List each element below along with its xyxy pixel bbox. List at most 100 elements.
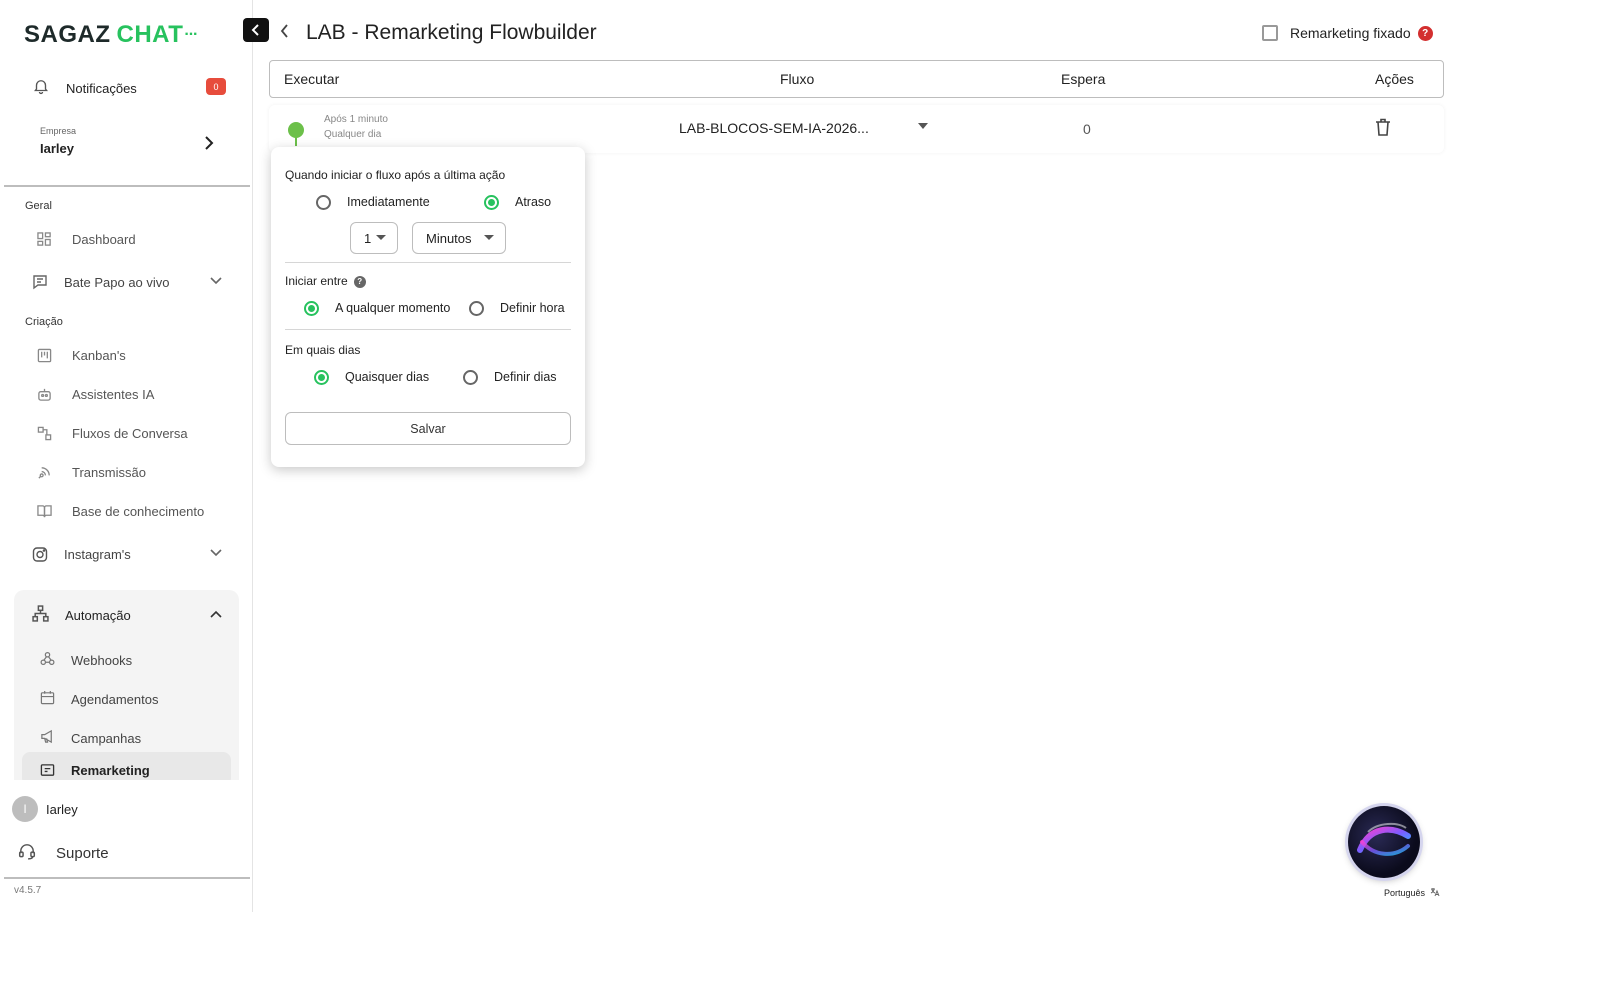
kanban-icon xyxy=(36,347,52,363)
schedule-popover: Quando iniciar o fluxo após a última açã… xyxy=(271,147,585,467)
sidebar-item-instagram[interactable]: Instagram's xyxy=(32,543,232,565)
sidebar-item-label: Dashboard xyxy=(72,231,136,247)
radio-immediately[interactable]: Imediatamente xyxy=(316,193,430,211)
radio-button[interactable] xyxy=(463,369,478,385)
pinned-checkbox[interactable] xyxy=(1262,25,1278,41)
pinned-label: Remarketing fixado xyxy=(1290,25,1411,41)
language-selector[interactable]: Português xyxy=(1384,887,1440,899)
radio-set-time[interactable]: Definir hora xyxy=(469,299,565,317)
divider xyxy=(4,877,250,879)
section-title-geral: Geral xyxy=(25,200,52,212)
sidebar-item-label: Base de conhecimento xyxy=(72,503,205,519)
sidebar-item-transmissao[interactable]: Transmissão xyxy=(36,461,236,483)
broadcast-icon xyxy=(36,464,52,480)
help-icon[interactable]: ? xyxy=(1417,25,1433,41)
sidebar-item-label: Bate Papo ao vivo xyxy=(64,274,170,290)
notifications-item[interactable]: Notificações 0 xyxy=(32,76,230,100)
table-header: Executar Fluxo Espera Ações xyxy=(269,60,1444,98)
page-header: LAB - Remarketing Flowbuilder xyxy=(280,18,597,48)
chevron-down-icon[interactable] xyxy=(210,546,222,561)
remarketing-icon xyxy=(40,763,55,780)
back-arrow-icon[interactable] xyxy=(280,23,290,43)
sidebar-item-label: Remarketing xyxy=(71,763,150,778)
collapse-sidebar-button[interactable] xyxy=(243,18,269,42)
automacao-group: Automação Webhooks Agendamentos Campanha… xyxy=(14,590,239,780)
sidebar-item-fluxos[interactable]: Fluxos de Conversa xyxy=(36,422,236,444)
espera-value: 0 xyxy=(1083,121,1091,137)
sidebar-item-webhooks[interactable]: Webhooks xyxy=(40,649,220,671)
sidebar-item-label: Transmissão xyxy=(72,464,146,480)
sidebar-item-label: Assistentes IA xyxy=(72,386,155,402)
pin-marker-icon[interactable] xyxy=(287,121,305,147)
caret-down-icon xyxy=(376,235,386,240)
robot-icon xyxy=(36,386,52,402)
flow-icon xyxy=(36,425,52,441)
sidebar-item-label: Kanban's xyxy=(72,347,126,363)
sidebar-item-label: Campanhas xyxy=(71,730,142,746)
radio-label: Definir hora xyxy=(500,301,565,315)
avatar: I xyxy=(12,796,38,822)
logo-word-sagaz: SAGAZ xyxy=(24,21,111,48)
sidebar-item-assistentes[interactable]: Assistentes IA xyxy=(36,383,236,405)
radio-delay[interactable]: Atraso xyxy=(484,193,551,211)
table-row: Após 1 minuto Qualquer dia LAB-BLOCOS-SE… xyxy=(269,105,1444,153)
radio-button[interactable] xyxy=(314,369,329,385)
radio-set-days[interactable]: Definir dias xyxy=(463,368,557,386)
radio-button[interactable] xyxy=(304,300,319,316)
ai-assistant-orb-icon[interactable] xyxy=(1348,806,1420,878)
user-profile[interactable]: I Iarley xyxy=(12,796,78,822)
sidebar-item-agendamentos[interactable]: Agendamentos xyxy=(40,688,220,710)
calendar-icon xyxy=(40,690,55,708)
webhook-icon xyxy=(40,651,55,669)
wait-summary: Após 1 minuto xyxy=(324,114,388,125)
radio-label: Quaisquer dias xyxy=(345,370,430,384)
app-version: v4.5.7 xyxy=(14,885,42,896)
chevron-right-icon xyxy=(203,134,215,155)
company-name: Iarley xyxy=(40,141,74,156)
sidebar-item-base-conhecimento[interactable]: Base de conhecimento xyxy=(36,500,236,522)
radio-label: A qualquer momento xyxy=(335,301,451,315)
sidebar-item-label: Fluxos de Conversa xyxy=(72,425,188,441)
chevron-up-icon[interactable] xyxy=(210,607,222,622)
sidebar-item-campanhas[interactable]: Campanhas xyxy=(40,727,220,749)
support-link[interactable]: Suporte xyxy=(18,842,109,864)
sidebar-item-automacao[interactable]: Automação xyxy=(32,604,232,626)
sidebar-item-bate-papo[interactable]: Bate Papo ao vivo xyxy=(32,271,232,293)
caret-down-icon[interactable] xyxy=(917,119,929,133)
trash-icon[interactable] xyxy=(1375,118,1391,141)
sidebar-item-remarketing[interactable]: Remarketing xyxy=(22,752,231,780)
radio-button[interactable] xyxy=(469,300,484,316)
notifications-count-badge: 0 xyxy=(206,78,226,95)
delay-value-select[interactable]: 1 xyxy=(350,222,398,254)
sagaz-chat-logo[interactable]: SAGAZ CHAT ··· xyxy=(24,20,198,50)
user-name: Iarley xyxy=(46,801,78,817)
instagram-icon xyxy=(32,546,48,562)
column-header-fluxo: Fluxo xyxy=(780,71,815,87)
flow-select-value[interactable]: LAB-BLOCOS-SEM-IA-2026... xyxy=(679,120,869,136)
delay-unit-select[interactable]: Minutos xyxy=(412,222,506,254)
save-button[interactable]: Salvar xyxy=(285,412,571,445)
company-selector[interactable]: Empresa Iarley xyxy=(40,126,215,156)
chevron-down-icon[interactable] xyxy=(210,274,222,289)
company-caption: Empresa xyxy=(40,126,77,136)
radio-any-days[interactable]: Quaisquer dias xyxy=(314,368,429,386)
radio-button[interactable] xyxy=(316,194,331,210)
sidebar-item-label: Instagram's xyxy=(64,546,131,562)
remarketing-pinned-toggle[interactable]: Remarketing fixado ? xyxy=(1262,24,1433,42)
start-between-label: Iniciar entre? xyxy=(285,274,366,288)
sidebar-item-label: Automação xyxy=(65,607,131,623)
radio-anytime[interactable]: A qualquer momento xyxy=(304,299,450,317)
sidebar-item-dashboard[interactable]: Dashboard xyxy=(36,228,236,250)
help-icon[interactable]: ? xyxy=(353,275,366,288)
sidebar-item-kanbans[interactable]: Kanban's xyxy=(36,344,236,366)
radio-button[interactable] xyxy=(484,194,499,210)
grid-icon xyxy=(36,231,52,247)
radio-label: Atraso xyxy=(515,195,552,209)
language-label: Português xyxy=(1384,888,1426,898)
section-title-criacao: Criação xyxy=(25,316,63,328)
page-title: LAB - Remarketing Flowbuilder xyxy=(306,21,597,44)
divider xyxy=(285,329,571,330)
which-days-label: Em quais dias xyxy=(285,343,361,357)
headset-icon xyxy=(18,842,36,864)
hierarchy-icon xyxy=(32,605,49,625)
